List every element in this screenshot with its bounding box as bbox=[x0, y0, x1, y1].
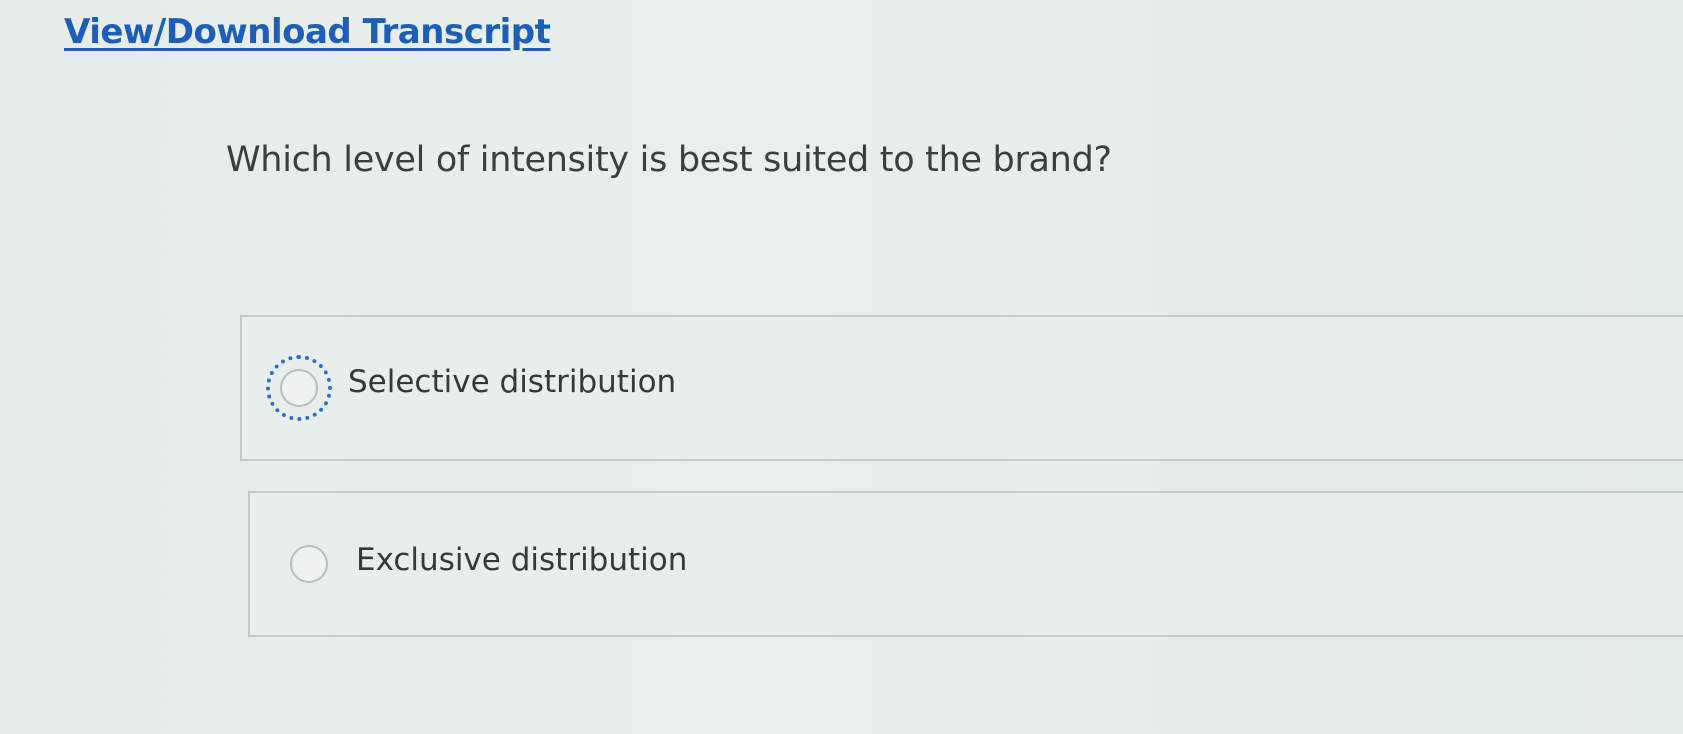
radio-button-icon[interactable] bbox=[280, 369, 318, 407]
option-exclusive-distribution[interactable]: Exclusive distribution bbox=[248, 491, 1683, 637]
option-selective-distribution[interactable]: Selective distribution bbox=[240, 315, 1683, 461]
option-label: Selective distribution bbox=[348, 364, 677, 400]
radio-button-icon[interactable] bbox=[290, 545, 328, 583]
view-download-transcript-link[interactable]: View/Download Transcript bbox=[64, 12, 551, 52]
question-text: Which level of intensity is best suited … bbox=[226, 140, 1112, 180]
option-label: Exclusive distribution bbox=[356, 542, 688, 578]
